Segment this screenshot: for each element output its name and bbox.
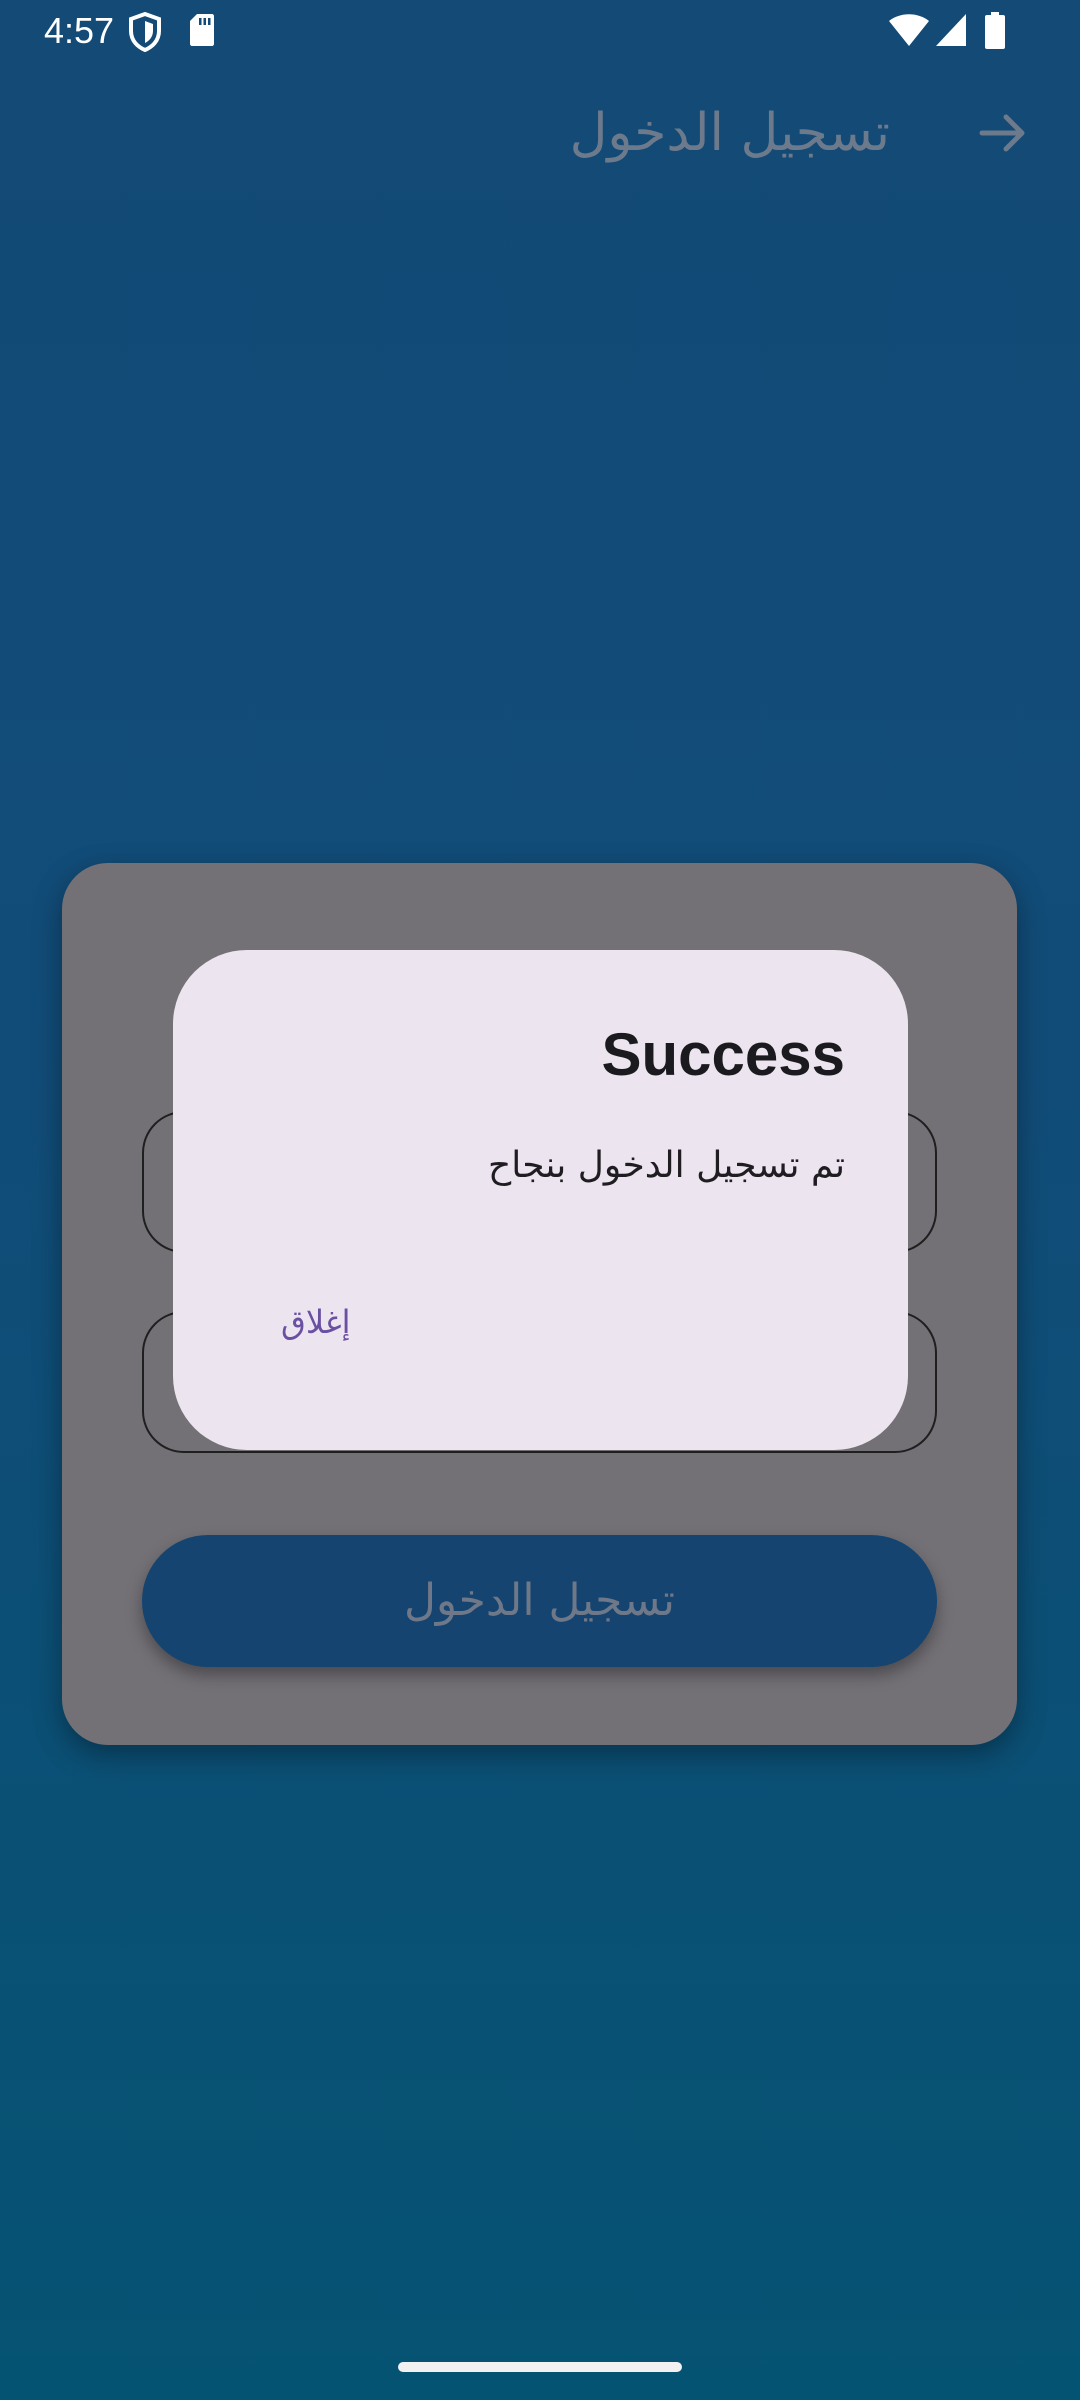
- dialog-title: Success: [601, 1021, 845, 1088]
- page-title: تسجيل الدخول: [569, 103, 890, 163]
- status-bar: 4:57: [0, 0, 1080, 64]
- close-button[interactable]: إغلاق: [281, 1298, 351, 1346]
- arrow-icon[interactable]: [976, 106, 1030, 160]
- wifi-icon: [888, 12, 930, 52]
- home-indicator[interactable]: [398, 2362, 682, 2372]
- success-dialog: Success تم تسجيل الدخول بنجاح إغلاق: [173, 950, 908, 1450]
- dialog-message: تم تسجيل الدخول بنجاح: [487, 1145, 845, 1186]
- sd-card-icon: [188, 12, 216, 52]
- signal-icon: [934, 12, 968, 52]
- app-bar: تسجيل الدخول: [0, 64, 1080, 208]
- battery-icon: [984, 12, 1006, 54]
- status-time: 4:57: [44, 10, 115, 51]
- login-button[interactable]: تسجيل الدخول: [142, 1535, 937, 1667]
- shield-icon: [128, 11, 162, 56]
